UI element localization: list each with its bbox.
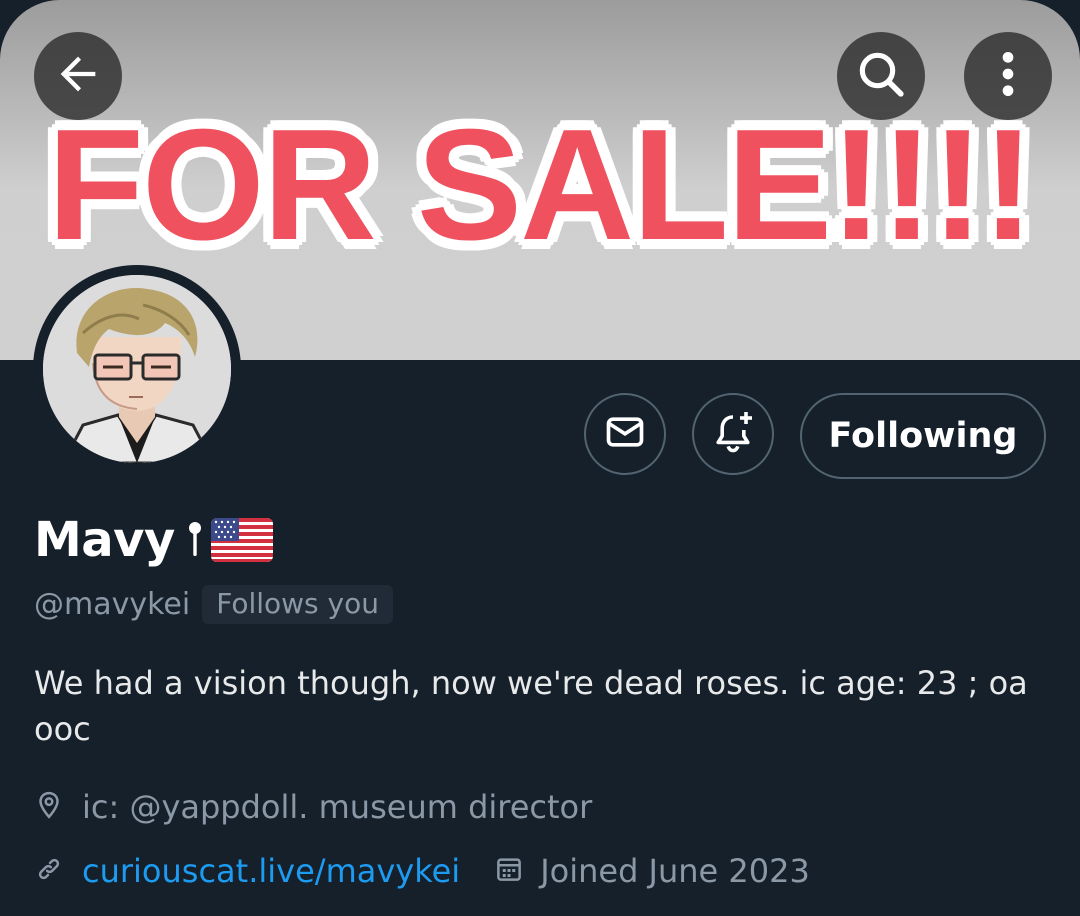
following-button[interactable]: Following <box>800 393 1046 479</box>
more-vertical-icon <box>988 49 1028 103</box>
back-button[interactable] <box>34 32 122 120</box>
arrow-left-icon <box>52 48 104 104</box>
bell-plus-icon <box>709 408 757 460</box>
search-icon <box>853 46 909 106</box>
profile-name-row: Mavy <box>34 510 273 570</box>
avatar-image <box>43 275 231 463</box>
envelope-icon <box>603 410 647 458</box>
message-button[interactable] <box>584 393 666 475</box>
profile-location: ic: @yappdoll. museum director <box>82 788 593 826</box>
follows-you-badge: Follows you <box>202 584 393 624</box>
notifications-button[interactable] <box>692 393 774 475</box>
more-options-button[interactable] <box>964 32 1052 120</box>
profile-link[interactable]: curiouscat.live/mavykei <box>82 852 460 890</box>
banner-text: FOR SALE!!!! <box>47 97 1034 273</box>
profile-page: FOR SALE!!!! Following Mavy @mavykei Fol… <box>0 0 1080 916</box>
avatar[interactable] <box>33 265 241 473</box>
location-row: ic: @yappdoll. museum director <box>34 784 592 830</box>
joined-text: Joined June 2023 <box>540 852 810 890</box>
location-pin-icon <box>34 790 64 824</box>
us-flag-icon <box>210 518 273 562</box>
search-button[interactable] <box>837 32 925 120</box>
profile-name: Mavy <box>34 512 175 568</box>
link-icon <box>34 854 64 888</box>
link-row: curiouscat.live/mavykei Joined June 2023 <box>34 848 810 894</box>
calendar-icon <box>494 854 524 888</box>
profile-bio: We had a vision though, now we're dead r… <box>34 664 1028 748</box>
handle-row: @mavykei Follows you <box>34 582 393 626</box>
pin-icon <box>187 520 203 560</box>
profile-handle: @mavykei <box>34 586 191 622</box>
joined-date: Joined June 2023 <box>494 852 810 890</box>
